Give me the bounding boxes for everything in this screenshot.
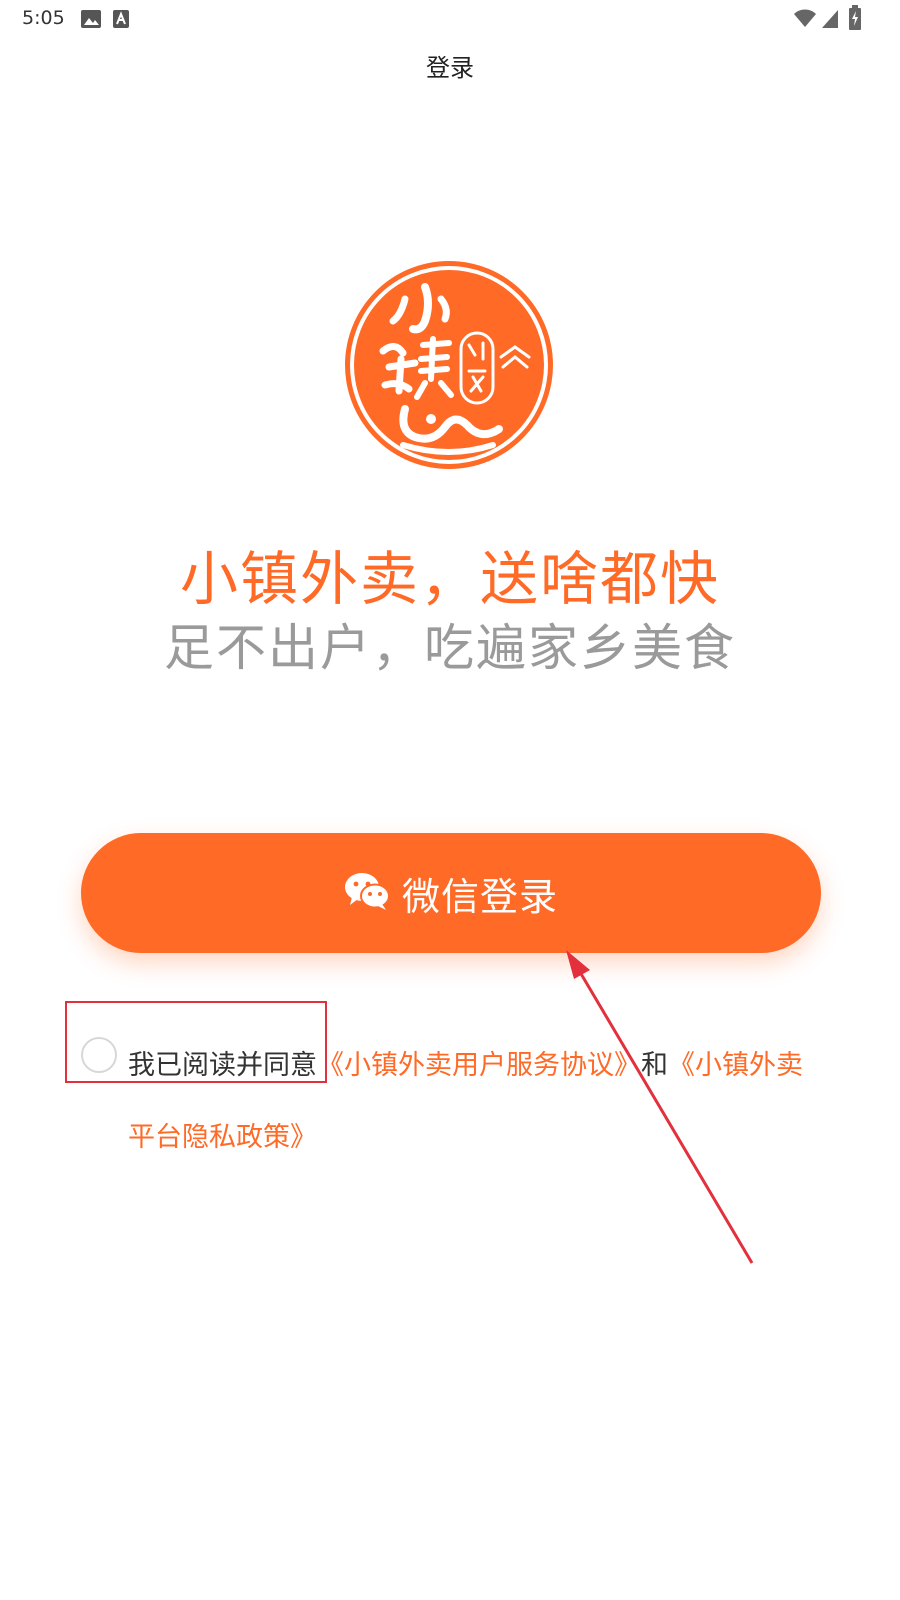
agreement-text: 我已阅读并同意《小镇外卖用户服务协议》和《小镇外卖平台隐私政策》 [128,1030,828,1174]
wechat-login-button[interactable]: 微信登录 [81,833,821,953]
wechat-icon [344,871,390,915]
image-icon [80,9,102,33]
wifi-icon [793,7,817,33]
slogan-secondary: 足不出户，吃遍家乡美食 [164,619,736,677]
signal-icon [820,7,840,33]
battery-icon [848,5,862,35]
status-time: 5:05 [22,7,65,29]
wechat-login-label: 微信登录 [401,874,558,919]
status-bar: 5:05 [0,0,900,38]
slogan-primary: 小镇外卖，送啥都快 [179,545,720,613]
text-a-icon [112,9,130,33]
service-agreement-link[interactable]: 《小镇外卖用户服务协议》 [317,1050,641,1081]
app-logo [343,259,555,471]
page-title: 登录 [426,54,474,82]
agreement-prefix: 我已阅读并同意 [128,1050,317,1081]
annotation-arrow [566,950,754,1264]
agreement-connector: 和 [641,1050,668,1081]
